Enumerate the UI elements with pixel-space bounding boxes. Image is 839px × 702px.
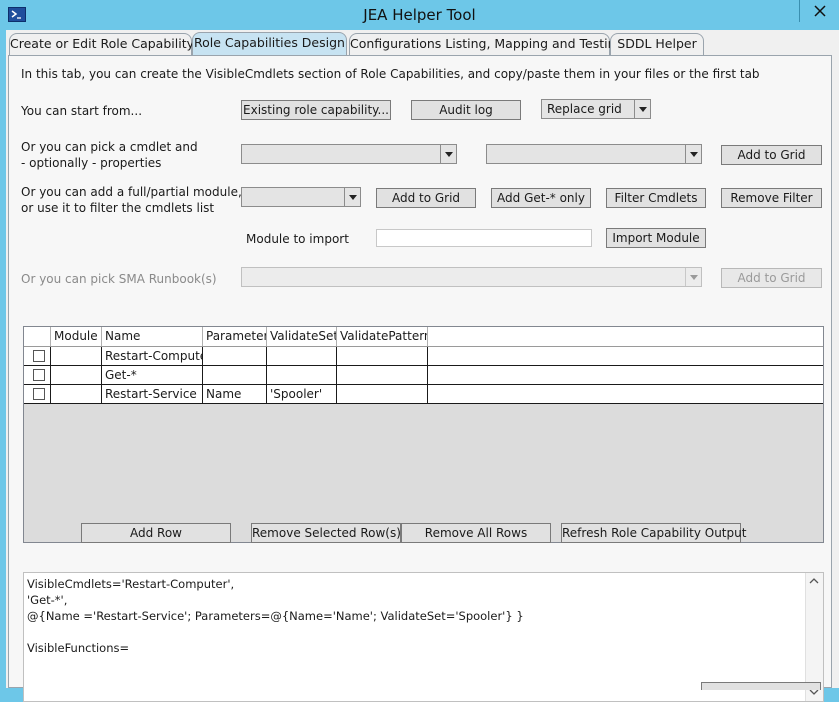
visible-cmdlets-grid[interactable]: Module Name Parameter ValidateSet Valida… — [23, 326, 824, 543]
module-cell[interactable] — [51, 366, 102, 384]
existing-role-capability-button[interactable]: Existing role capability... — [241, 100, 391, 120]
name-cell[interactable]: Restart-Computer — [102, 347, 203, 365]
remove-all-rows-button[interactable]: Remove All Rows — [401, 523, 551, 543]
row-checkbox[interactable] — [33, 388, 45, 400]
title-bar: JEA Helper Tool — [0, 0, 839, 30]
validateset-cell[interactable] — [267, 366, 337, 384]
module-label-line2: or use it to filter the cmdlets list — [21, 201, 215, 215]
intro-text: In this tab, you can create the VisibleC… — [21, 67, 760, 81]
parameter-cell[interactable] — [203, 366, 267, 384]
column-header-name[interactable]: Name — [102, 327, 203, 346]
column-header-validateset[interactable]: ValidateSet — [267, 327, 337, 346]
scroll-up-icon[interactable] — [809, 578, 819, 584]
column-header-validatepattern[interactable]: ValidatePattern — [337, 327, 428, 346]
row-checkbox[interactable] — [33, 350, 45, 362]
pick-cmdlet-label-line1: Or you can pick a cmdlet and — [21, 140, 198, 154]
chevron-down-icon[interactable] — [344, 188, 360, 206]
close-button[interactable] — [799, 0, 839, 22]
parameter-cell[interactable] — [203, 347, 267, 365]
chevron-down-icon[interactable] — [634, 100, 650, 118]
column-header-parameter[interactable]: Parameter — [203, 327, 267, 346]
import-module-button[interactable]: Import Module — [606, 228, 706, 248]
row-select-cell — [24, 347, 51, 365]
refresh-role-capability-output-button[interactable]: Refresh Role Capability Output — [561, 523, 746, 543]
filter-cmdlets-button[interactable]: Filter Cmdlets — [606, 188, 706, 208]
table-row[interactable]: Restart-Service Name 'Spooler' — [24, 385, 823, 404]
row-checkbox[interactable] — [33, 369, 45, 381]
grid-header-select — [24, 327, 51, 346]
validatepattern-cell[interactable] — [337, 347, 428, 365]
chevron-down-icon[interactable] — [685, 145, 701, 163]
add-cmdlet-to-grid-button[interactable]: Add to Grid — [721, 145, 822, 165]
validatepattern-cell[interactable] — [337, 366, 428, 384]
start-from-label: You can start from... — [21, 104, 143, 118]
output-line: @{Name ='Restart-Service'; Parameters=@{… — [27, 609, 524, 623]
tab-sddl-helper[interactable]: SDDL Helper — [610, 33, 704, 55]
row-select-cell — [24, 366, 51, 384]
module-cell[interactable] — [51, 347, 102, 365]
chevron-down-icon[interactable] — [685, 268, 701, 286]
partially-visible-button[interactable] — [701, 682, 821, 690]
close-icon — [814, 5, 826, 17]
tab-create-or-edit-role-capability[interactable]: Create or Edit Role Capability — [9, 33, 194, 55]
name-cell[interactable]: Get-* — [102, 366, 203, 384]
add-row-button[interactable]: Add Row — [81, 523, 231, 543]
cmdlet-select[interactable] — [241, 144, 457, 164]
add-runbook-to-grid-button[interactable]: Add to Grid — [721, 268, 822, 288]
tab-role-capabilities-design[interactable]: Role Capabilities Design — [192, 32, 347, 56]
row-select-cell — [24, 385, 51, 403]
tab-configurations-listing[interactable]: Configurations Listing, Mapping and Test… — [349, 33, 623, 55]
output-line: 'Get-*', — [27, 593, 68, 607]
validateset-cell[interactable]: 'Spooler' — [267, 385, 337, 403]
module-label-line1: Or you can add a full/partial module, — [21, 185, 242, 199]
window-title: JEA Helper Tool — [363, 6, 476, 24]
grid-mode-select[interactable]: Replace grid — [541, 99, 651, 119]
chevron-down-icon[interactable] — [440, 145, 456, 163]
parameter-cell[interactable]: Name — [203, 385, 267, 403]
remove-selected-rows-button[interactable]: Remove Selected Row(s) — [251, 523, 401, 543]
runbook-select[interactable] — [241, 267, 702, 287]
runbook-label: Or you can pick SMA Runbook(s) — [21, 272, 217, 286]
property-select[interactable] — [486, 144, 702, 164]
validateset-cell[interactable] — [267, 347, 337, 365]
pick-cmdlet-label-line2: - optionally - properties — [21, 156, 162, 170]
grid-mode-value: Replace grid — [547, 102, 622, 116]
add-get-only-button[interactable]: Add Get-* only — [491, 188, 591, 208]
module-to-import-label: Module to import — [246, 232, 349, 246]
window-client: Create or Edit Role Capability Role Capa… — [6, 30, 839, 702]
name-cell[interactable]: Restart-Service — [102, 385, 203, 403]
audit-log-button[interactable]: Audit log — [411, 100, 521, 120]
module-select[interactable] — [241, 187, 361, 207]
module-cell[interactable] — [51, 385, 102, 403]
remove-filter-button[interactable]: Remove Filter — [721, 188, 822, 208]
table-row[interactable]: Get-* — [24, 366, 823, 385]
validatepattern-cell[interactable] — [337, 385, 428, 403]
grid-header: Module Name Parameter ValidateSet Valida… — [24, 327, 823, 347]
add-module-to-grid-button[interactable]: Add to Grid — [376, 188, 476, 208]
output-line: VisibleCmdlets='Restart-Computer', — [27, 577, 235, 591]
column-header-module[interactable]: Module — [51, 327, 102, 346]
role-capabilities-design-panel: In this tab, you can create the VisibleC… — [8, 55, 832, 702]
module-to-import-input[interactable] — [376, 229, 592, 247]
table-row[interactable]: Restart-Computer — [24, 347, 823, 366]
output-line: VisibleFunctions= — [27, 641, 130, 655]
